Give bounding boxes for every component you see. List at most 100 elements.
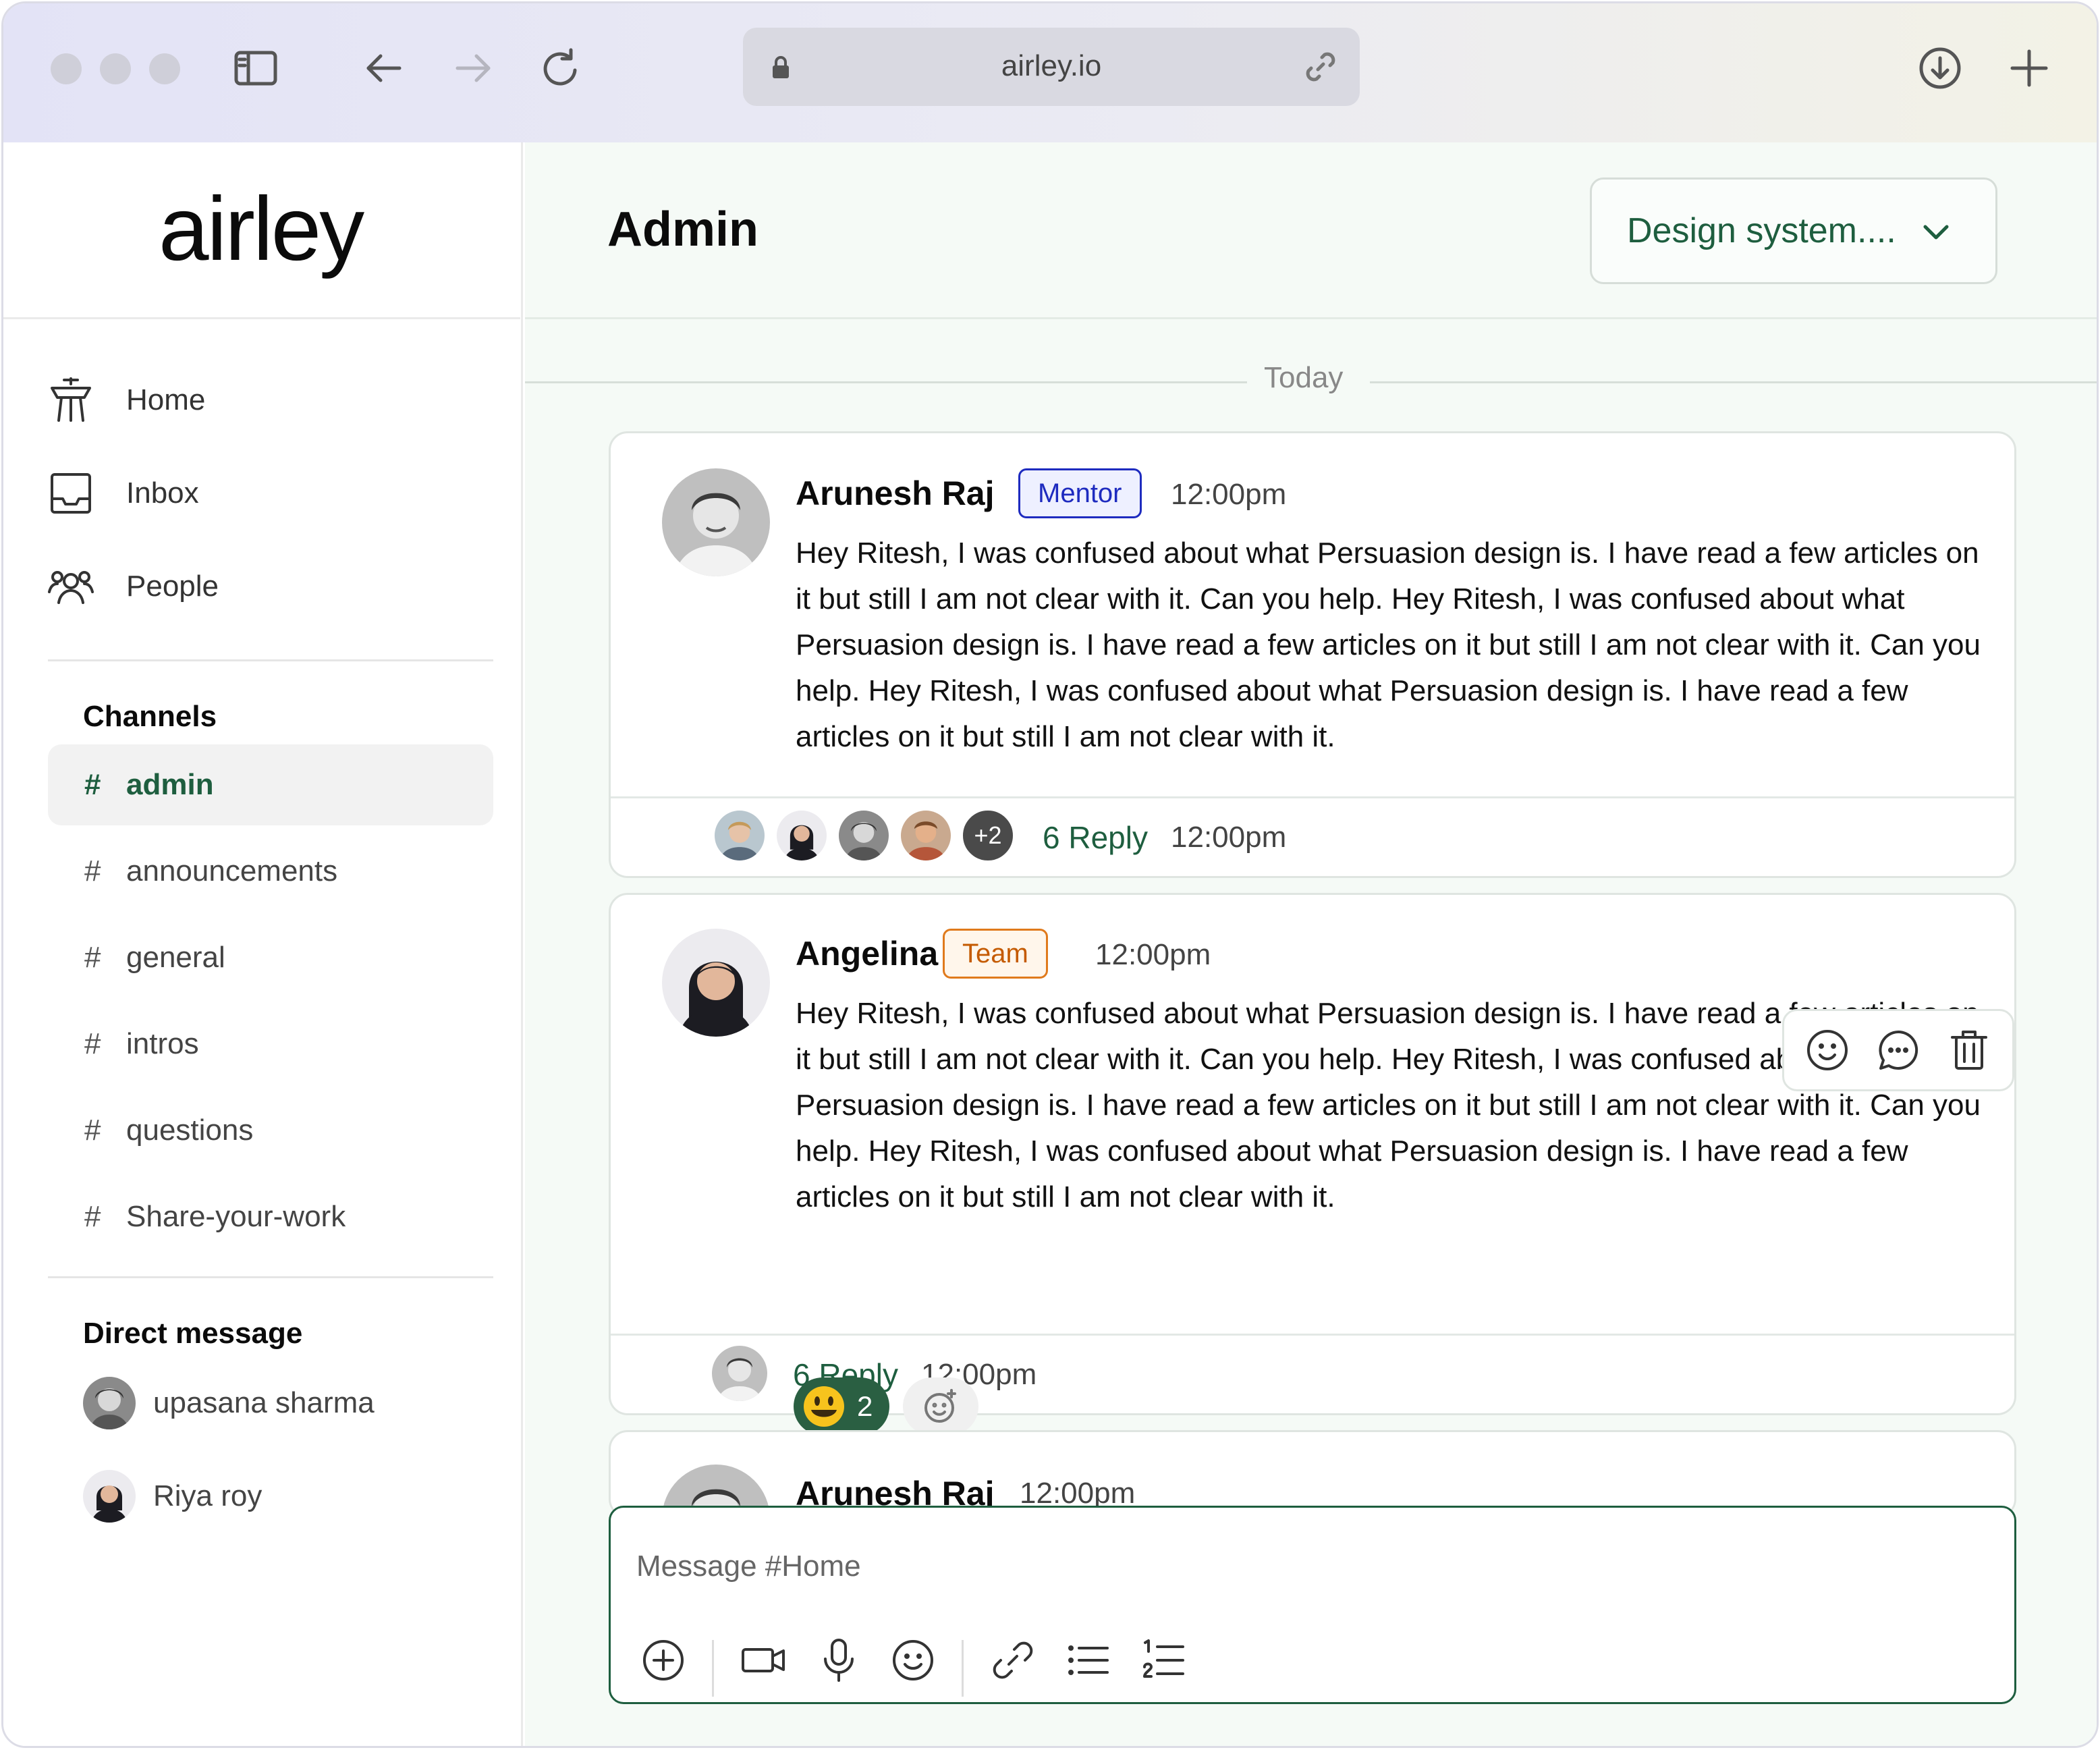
message-card[interactable]: Angelina Team 12:00pm Hey Ritesh, I was … (609, 893, 2016, 1415)
avatar (662, 468, 770, 576)
people-icon (44, 559, 98, 613)
sidebar: airley Home Inbox People Channels # admin (3, 142, 523, 1746)
emoji-reaction[interactable]: 2 (794, 1377, 889, 1435)
hash-icon: # (84, 1200, 101, 1233)
message-time: 12:00pm (1095, 938, 1211, 971)
dm-item-riya[interactable]: Riya roy (83, 1468, 262, 1525)
window-zoom-dot[interactable] (149, 53, 180, 84)
message-card[interactable]: Arunesh Raj Mentor 12:00pm Hey Ritesh, I… (609, 431, 2016, 878)
add-emoji-icon (924, 1389, 956, 1423)
avatar (83, 1470, 136, 1523)
delete-trash-icon[interactable] (1943, 1024, 1995, 1076)
download-icon[interactable] (1913, 41, 1967, 95)
main-panel: Admin Design system.... Today Arunesh Ra… (525, 142, 2097, 1746)
avatar (836, 808, 891, 863)
grinning-face-icon (800, 1383, 848, 1430)
channel-announcements[interactable]: # announcements (48, 831, 493, 912)
hash-icon: # (84, 768, 101, 801)
numbered-list-icon[interactable] (1137, 1633, 1191, 1687)
reply-time: 12:00pm (1171, 821, 1287, 854)
message-actions (1782, 1009, 2014, 1091)
channel-general[interactable]: # general (48, 917, 493, 998)
dm-label: Riya roy (153, 1479, 262, 1512)
sidebar-divider (48, 659, 493, 661)
nav-label: Home (126, 383, 206, 416)
home-tower-icon (44, 373, 98, 427)
reaction-count: 2 (857, 1390, 873, 1422)
card-divider (611, 1334, 2014, 1336)
add-reaction-button[interactable] (903, 1377, 978, 1435)
window-close-dot[interactable] (51, 53, 82, 84)
logo-area: airley (3, 142, 520, 319)
new-tab-icon[interactable] (2002, 41, 2056, 95)
workspace-dropdown[interactable]: Design system.... (1590, 177, 1997, 284)
message-author[interactable]: Arunesh Raj (796, 474, 995, 513)
message-text: Hey Ritesh, I was confused about what Pe… (796, 537, 1981, 753)
hash-icon: # (84, 854, 101, 887)
reply-count-link[interactable]: 6 Reply (1043, 819, 1148, 856)
channel-label: announcements (126, 854, 338, 887)
date-divider: Today (1264, 361, 1344, 394)
link-icon[interactable] (986, 1633, 1040, 1687)
toolbar-separator (712, 1640, 714, 1697)
channel-admin[interactable]: # admin (48, 744, 493, 825)
avatar (83, 1377, 136, 1429)
channel-label: questions (126, 1114, 254, 1147)
plus-circle-icon[interactable] (636, 1633, 690, 1687)
avatar (712, 808, 767, 863)
bullet-list-icon[interactable] (1061, 1633, 1115, 1687)
nav-item-inbox[interactable]: Inbox (44, 460, 476, 527)
inbox-icon (44, 466, 98, 520)
back-arrow-icon[interactable] (357, 41, 411, 95)
direct-message-heading: Direct message (83, 1317, 303, 1350)
nav-label: People (126, 570, 219, 603)
channel-intros[interactable]: # intros (48, 1004, 493, 1085)
message-input[interactable]: Message #Home (636, 1550, 861, 1583)
avatar (774, 808, 829, 863)
share-link-icon[interactable] (1302, 48, 1339, 86)
date-divider-line (525, 381, 1247, 383)
page-title: Admin (607, 202, 758, 256)
emoji-react-icon[interactable] (1802, 1024, 1853, 1076)
sidebar-toggle-icon[interactable] (229, 41, 283, 95)
message-time: 12:00pm (1171, 478, 1287, 511)
role-badge-mentor: Mentor (1018, 468, 1142, 518)
channel-label: general (126, 941, 225, 974)
avatar (662, 929, 770, 1037)
hash-icon: # (84, 1114, 101, 1147)
more-repliers-count: +2 (960, 808, 1016, 863)
chevron-down-icon (1917, 213, 1955, 251)
browser-window: airley.io airley Home Inbox People Chann… (1, 1, 2099, 1748)
logo: airley (159, 179, 364, 279)
toolbar-separator (962, 1640, 964, 1697)
channel-share-your-work[interactable]: # Share-your-work (48, 1176, 493, 1257)
date-divider-line (1370, 381, 2097, 383)
reply-avatars[interactable]: +2 (712, 808, 1016, 863)
reload-icon[interactable] (534, 41, 588, 95)
message-composer[interactable]: Message #Home (609, 1506, 2016, 1704)
sidebar-divider (48, 1276, 493, 1278)
dm-item-upasana[interactable]: upasana sharma (83, 1375, 375, 1431)
hash-icon: # (84, 1027, 101, 1060)
channel-label: intros (126, 1027, 199, 1060)
channel-label: admin (126, 768, 214, 801)
address-bar[interactable]: airley.io (743, 28, 1360, 106)
microphone-icon[interactable] (812, 1633, 866, 1687)
nav-item-people[interactable]: People (44, 553, 476, 620)
channel-questions[interactable]: # questions (48, 1090, 493, 1171)
browser-toolbar: airley.io (3, 3, 2097, 142)
message-author[interactable]: Angelina (796, 934, 938, 973)
video-camera-icon[interactable] (736, 1633, 790, 1687)
hash-icon: # (84, 941, 101, 974)
nav-item-home[interactable]: Home (44, 366, 476, 434)
nav-label: Inbox (126, 476, 199, 510)
main-header: Admin Design system.... (525, 142, 2097, 319)
message-card[interactable]: Arunesh Raj 12:00pm (609, 1430, 2016, 1518)
url-text[interactable]: airley.io (743, 49, 1360, 83)
reply-thread-icon[interactable] (1873, 1024, 1924, 1076)
window-minimize-dot[interactable] (100, 53, 131, 84)
forward-arrow-icon[interactable] (446, 41, 500, 95)
emoji-icon[interactable] (886, 1633, 940, 1687)
channel-label: Share-your-work (126, 1200, 346, 1233)
channels-heading: Channels (83, 700, 217, 733)
